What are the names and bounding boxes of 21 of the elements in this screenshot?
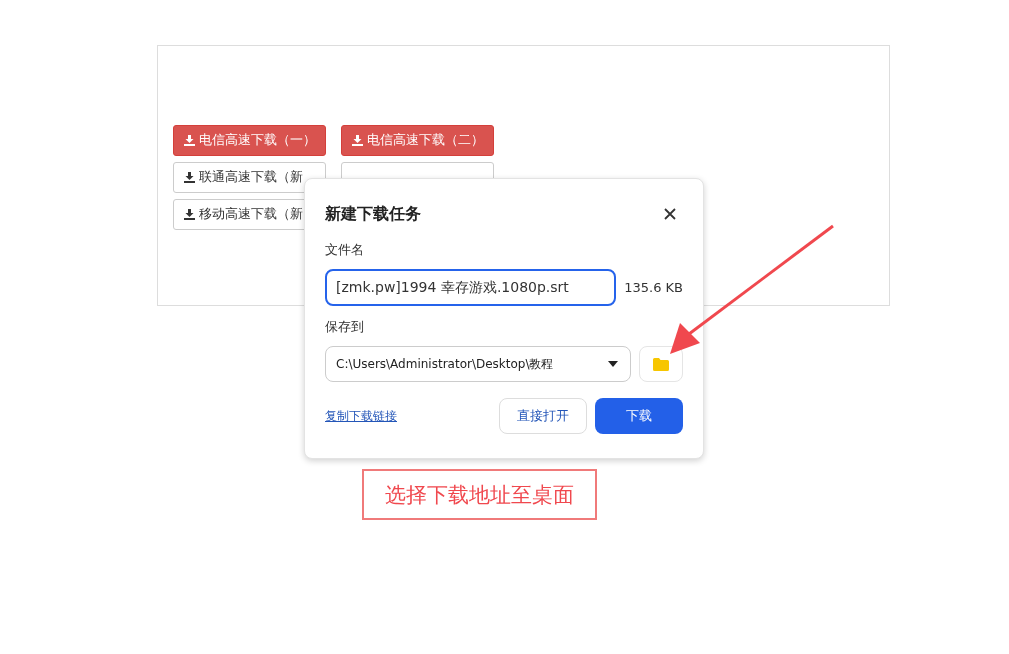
field-label: 文件名	[325, 241, 365, 259]
download-button[interactable]: 下载	[595, 398, 683, 434]
download-icon	[184, 172, 195, 183]
field-label: 保存到	[325, 318, 365, 336]
download-link-button[interactable]: 电信高速下载（二）	[341, 125, 494, 156]
copy-link[interactable]: 复制下载链接	[325, 407, 397, 425]
dialog-title: 新建下载任务	[325, 203, 421, 225]
file-size: 135.6 KB	[624, 280, 683, 295]
download-icon	[352, 135, 363, 146]
download-icon	[184, 209, 195, 220]
caret-icon	[608, 361, 618, 367]
filename-field[interactable]: [zmk.pw]1994 幸存游戏.1080p.srt	[325, 269, 617, 306]
folder-button[interactable]	[639, 346, 683, 382]
download-link-button[interactable]: 联通高速下载（新	[173, 162, 326, 193]
save-path-dropdown[interactable]: C:\Users\Administrator\Desktop\教程	[325, 346, 631, 382]
open-button[interactable]: 直接打开	[499, 398, 587, 434]
download-icon	[184, 135, 195, 146]
annotation-label: 选择下载地址至桌面	[362, 469, 597, 520]
close-icon[interactable]	[664, 208, 676, 220]
folder-icon	[653, 357, 669, 371]
download-link-button[interactable]: 电信高速下载（一）	[173, 125, 326, 156]
